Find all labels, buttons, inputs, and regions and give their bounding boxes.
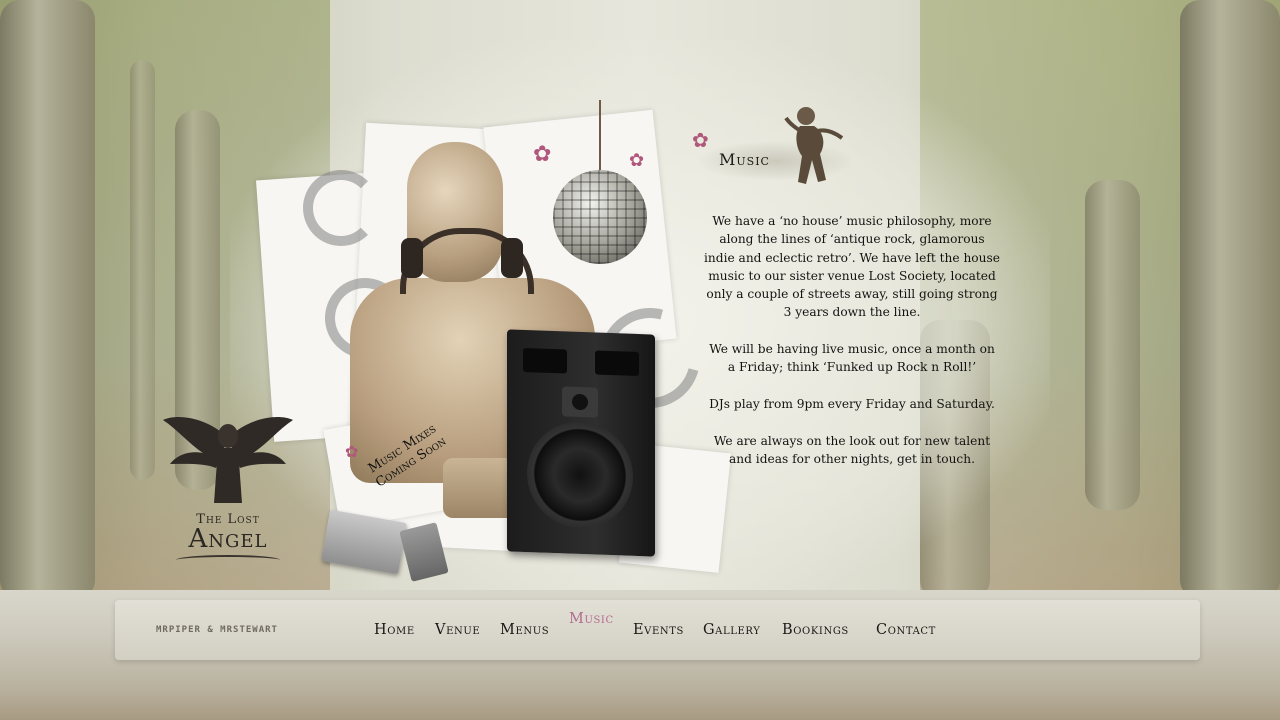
nav-contact[interactable]: Contact xyxy=(876,622,936,638)
flower-icon: ✿ xyxy=(345,442,359,461)
speaker-port xyxy=(595,350,639,377)
nav-bookings[interactable]: Bookings xyxy=(782,622,849,638)
page-title: Music xyxy=(719,150,770,169)
speaker-tweeter xyxy=(562,386,598,418)
cherub-icon xyxy=(784,107,844,184)
swirl-ornament xyxy=(303,170,379,246)
flower-icon: ✿ xyxy=(533,142,552,167)
designer-credit[interactable]: MRPIPER & MRSTEWART xyxy=(156,625,278,635)
music-collage: ✿ ✿ ✿ Music Mixes Coming Soon xyxy=(256,100,731,582)
logo-flourish xyxy=(176,555,280,565)
nav-venue[interactable]: Venue xyxy=(435,622,480,638)
paragraph: We will be having live music, once a mon… xyxy=(709,342,995,375)
nav-menus[interactable]: Menus xyxy=(500,622,549,638)
music-description: We have a ‘no house’ music philosophy, m… xyxy=(704,212,1000,486)
disco-ball-icon xyxy=(553,170,647,264)
logo-line-2: Angel xyxy=(188,524,268,554)
flower-icon: ✿ xyxy=(629,150,645,171)
nav-home[interactable]: Home xyxy=(374,622,415,638)
nav-events[interactable]: Events xyxy=(633,622,684,638)
speaker-woofer xyxy=(527,420,633,530)
paragraph: DJs play from 9pm every Friday and Satur… xyxy=(709,396,995,411)
disco-ball-string xyxy=(599,100,601,172)
speaker-icon xyxy=(507,329,655,557)
nav-gallery[interactable]: Gallery xyxy=(703,622,760,638)
speaker-port xyxy=(523,347,567,374)
the-lost-angel-logo[interactable]: The Lost Angel xyxy=(158,408,298,568)
paragraph: We are always on the look out for new ta… xyxy=(713,433,991,466)
headphone-earcup xyxy=(401,238,423,278)
nav-music[interactable]: Music xyxy=(569,611,614,627)
headphone-earcup xyxy=(501,238,523,278)
angel-logo-icon xyxy=(163,417,293,503)
paragraph: We have a ‘no house’ music philosophy, m… xyxy=(704,214,1000,320)
